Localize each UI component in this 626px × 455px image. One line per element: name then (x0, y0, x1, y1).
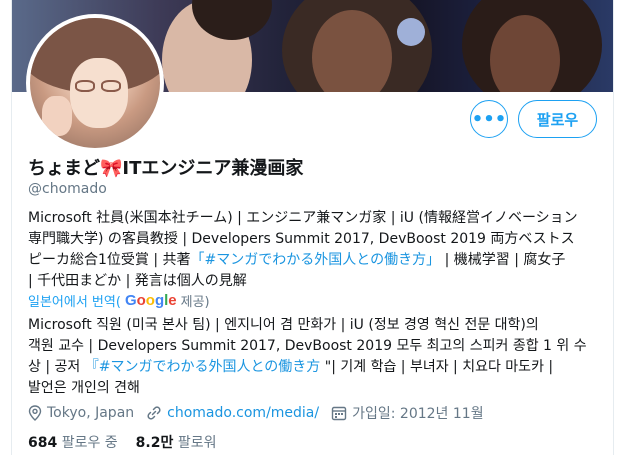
bio-line-3: ピーカ総合1位受賞 | 共著「#マンガでわかる外国人との働き方」 | 機械学習 … (28, 252, 566, 268)
translated-hashtag-link[interactable]: 『#マンガでわかる外国人との働き方 (85, 359, 325, 375)
website-link[interactable]: chomado.com/media/ (167, 405, 319, 421)
hashtag-link[interactable]: 「#マンガでわかる外国人との働き方」 (191, 252, 441, 268)
bio-line-2: 専門職大学) の客員教授 | Developers Summit 2017, D… (28, 231, 575, 247)
link-icon (147, 406, 161, 420)
translate-bio-link[interactable]: 일본어에서 번역( Google 제공) (28, 291, 210, 310)
more-icon: ••• (471, 108, 507, 130)
timeline-border-right (613, 0, 614, 455)
handle: @chomado (28, 181, 107, 197)
bio-line-4: | 千代田まどか | 発言は個人の見解 (28, 273, 247, 289)
location-icon (28, 405, 42, 421)
follow-stats: 684 팔로우 중 8.2만 팔로워 (28, 432, 216, 452)
profile-avatar[interactable] (26, 14, 164, 152)
translated-line-1: Microsoft 직원 (미국 본사 팀) | 엔지니어 겸 만화가 | iU… (28, 317, 539, 333)
bio: Microsoft 社員(米国本社チーム) | エンジニア兼マンガ家 | iU … (28, 208, 613, 292)
followers-stat[interactable]: 8.2만 팔로워 (136, 435, 217, 451)
more-options-button[interactable]: ••• (470, 100, 508, 138)
display-name: ちょまど🎀ITエンジニア兼漫画家 (28, 158, 304, 179)
website[interactable]: chomado.com/media/ (146, 405, 319, 421)
translated-line-3: 상 | 공저 『#マンガでわかる外国人との働き方 "| 기계 학습 | 부녀자 … (28, 359, 554, 375)
profile-meta: Tokyo, Japan chomado.com/media/ 가입일: 201… (28, 403, 496, 423)
translated-line-2: 객원 교수 | Developers Summit 2017, DevBoost… (28, 338, 587, 354)
google-logo: Google (124, 292, 177, 309)
calendar-icon (331, 406, 347, 421)
translated-line-4: 발언은 개인의 견해 (28, 380, 140, 396)
translated-bio: Microsoft 직원 (미국 본사 팀) | 엔지니어 겸 만화가 | iU… (28, 315, 613, 399)
follow-button[interactable]: 팔로우 (518, 100, 597, 138)
following-stat[interactable]: 684 팔로우 중 (28, 435, 118, 451)
join-date: 가입일: 2012년 11월 (331, 403, 484, 423)
bio-line-1: Microsoft 社員(米国本社チーム) | エンジニア兼マンガ家 | iU … (28, 210, 578, 226)
location: Tokyo, Japan (28, 405, 134, 421)
